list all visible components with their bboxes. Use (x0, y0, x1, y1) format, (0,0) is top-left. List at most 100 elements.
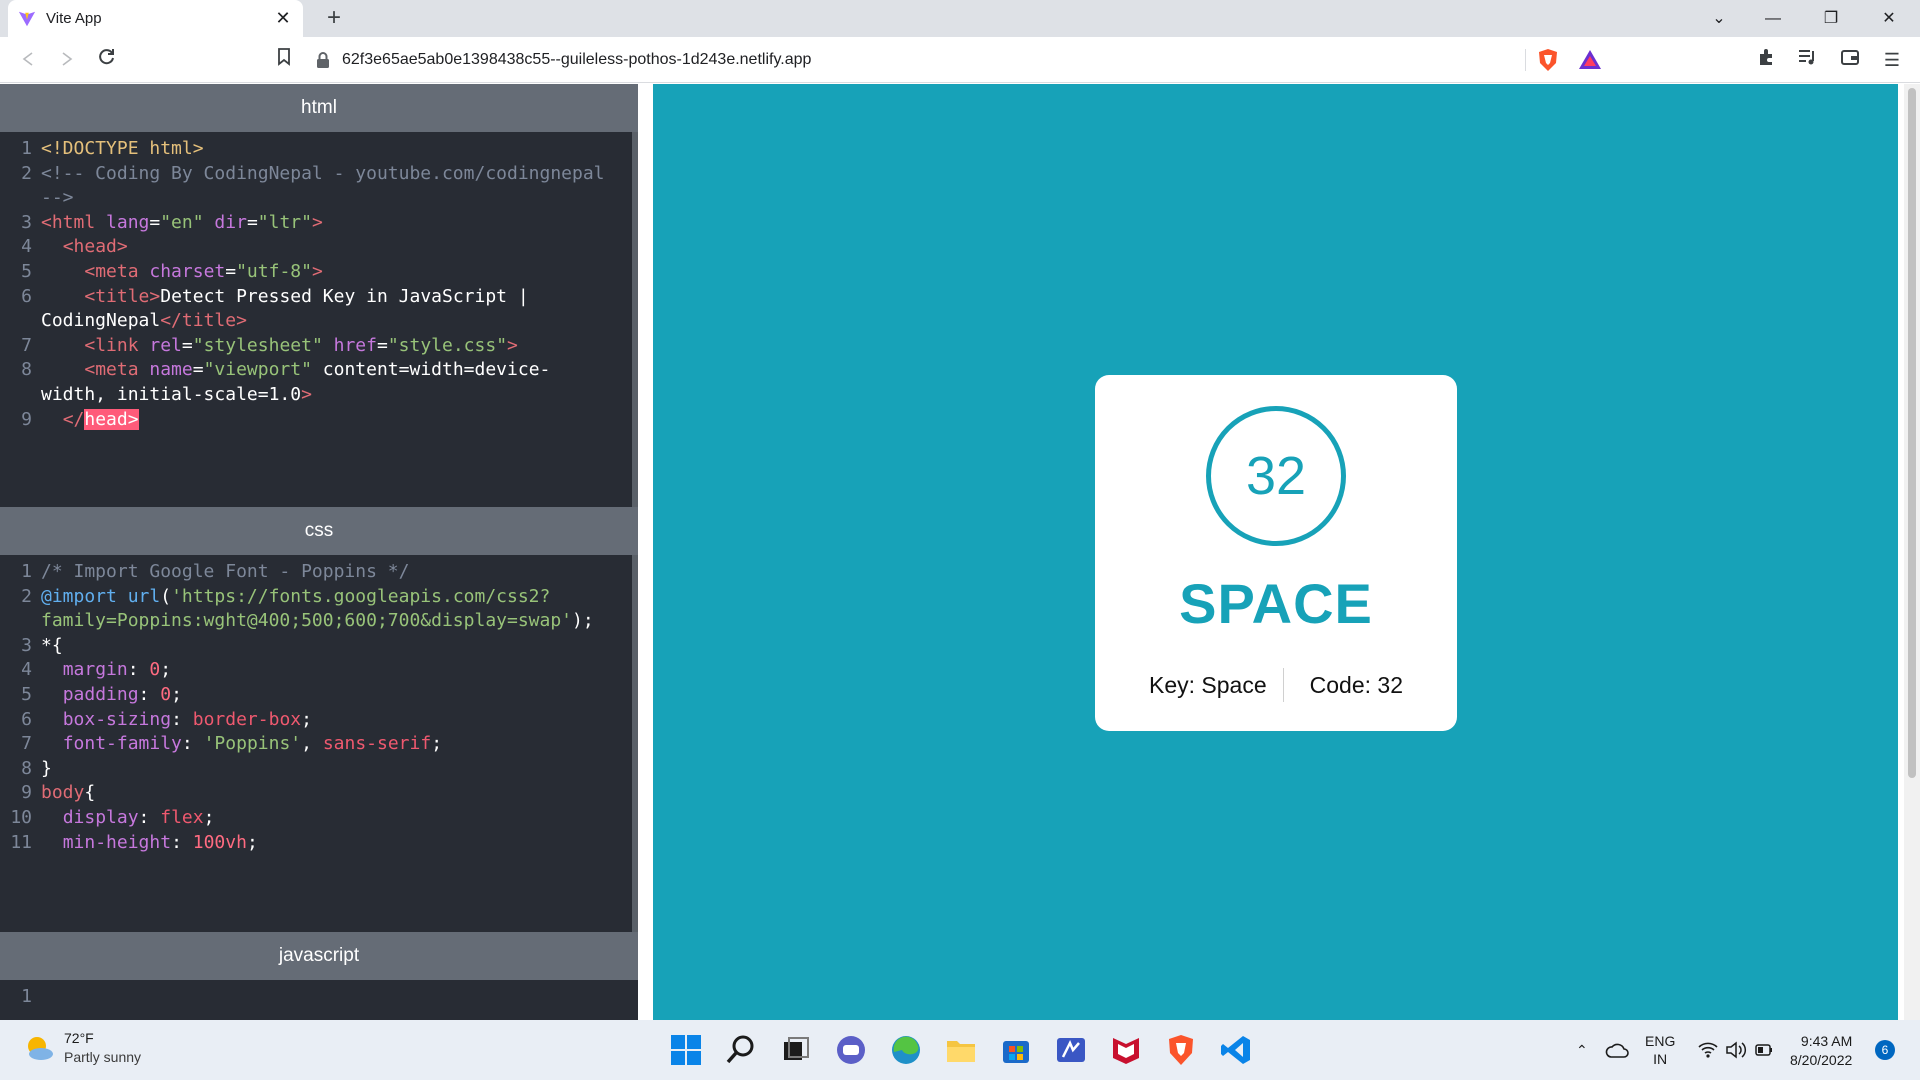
html-line-number: 3 (21, 211, 32, 233)
html-line-number: 2 (21, 162, 32, 184)
html-code-line: <!-- Coding By CodingNepal - youtube.com… (41, 162, 605, 184)
html-code-line: <html lang="en" dir="ltr"> (41, 211, 323, 233)
forward-button[interactable] (53, 46, 81, 74)
lock-icon (317, 52, 329, 68)
forward-arrow-icon (62, 52, 73, 66)
css-line-number: 3 (21, 634, 32, 656)
weather-condition: Partly sunny (64, 1049, 142, 1065)
address-bar[interactable]: 62f3e65ae5ab0e1398438c55--guileless-poth… (306, 44, 1608, 76)
css-editor[interactable]: 1 /* Import Google Font - Poppins */ 2 @imp… (0, 555, 632, 932)
html-line-number: 7 (21, 334, 32, 356)
file-explorer-icon[interactable] (943, 1032, 979, 1068)
weather-widget[interactable]: 72°F Partly sunny (22, 1030, 141, 1065)
css-code-line: family=Poppins:wght@400;500;600;700&disp… (41, 610, 594, 632)
taskbar: 72°F Partly sunny ⌃ ENG IN 9:43 AM 8/20/… (0, 1020, 1920, 1080)
vite-logo-icon (18, 11, 36, 26)
notification-badge[interactable]: 6 (1875, 1040, 1895, 1060)
css-code-line: /* Import Google Font - Poppins */ (41, 561, 410, 582)
tab-strip: Vite App ✕ + ⌄ — ❐ ✕ (0, 0, 1920, 37)
show-hidden-icons-icon[interactable]: ⌃ (1576, 1020, 1588, 1080)
javascript-editor[interactable]: 1 (0, 980, 632, 1020)
css-code-line: *{ (41, 634, 63, 656)
language-code: ENG (1645, 1033, 1676, 1049)
minimize-button[interactable]: — (1750, 0, 1796, 37)
edge-browser-icon[interactable] (888, 1032, 924, 1068)
css-line-number: 10 (10, 807, 32, 828)
css-line-number: 7 (21, 733, 32, 755)
page-scrollbar[interactable] (1904, 84, 1920, 1020)
close-tab-icon[interactable]: ✕ (273, 8, 293, 29)
extensions-icon[interactable] (1752, 46, 1780, 74)
html-pane-header[interactable]: html (0, 84, 638, 132)
javascript-line-number: 1 (21, 986, 32, 1007)
css-line-number: 2 (21, 585, 32, 607)
battery-icon[interactable] (1753, 1040, 1775, 1060)
browser-menu-icon[interactable]: ☰ (1878, 46, 1906, 74)
teams-chat-icon[interactable] (833, 1032, 869, 1068)
key-details: Key: Space Code: 32 (1095, 668, 1457, 702)
html-code-line: <meta name="viewport" content=width=devi… (84, 359, 551, 381)
search-icon[interactable] (723, 1032, 759, 1068)
windows-start-icon[interactable] (668, 1032, 704, 1068)
css-line-number: 9 (21, 782, 32, 804)
microsoft-store-icon[interactable] (998, 1032, 1034, 1068)
html-code-line: <title>Detect Pressed Key in JavaScript … (84, 285, 529, 307)
html-code-line: </head> (62, 408, 139, 430)
html-editor[interactable]: 1 <!DOCTYPE html> 2 <!-- Coding By CodingNe… (0, 132, 632, 507)
css-editor-scrollbar[interactable] (632, 555, 638, 932)
css-code-line: body{ (41, 782, 96, 804)
wifi-icon[interactable] (1697, 1040, 1719, 1060)
partly-sunny-icon (28, 1037, 53, 1060)
page-scrollbar-thumb[interactable] (1908, 88, 1916, 778)
html-line-number: 4 (21, 236, 32, 258)
mcafee-icon[interactable] (1108, 1032, 1144, 1068)
onedrive-icon[interactable] (1605, 1039, 1629, 1061)
css-code-line: min-height: 100vh; (62, 831, 258, 853)
vscode-icon[interactable] (1218, 1032, 1254, 1068)
volume-icon[interactable] (1725, 1040, 1747, 1060)
html-line-number: 6 (21, 285, 32, 307)
brave-shields-icon[interactable] (1536, 48, 1560, 72)
region-code: IN (1653, 1051, 1668, 1067)
html-code-line: CodingNepal</title> (41, 310, 247, 332)
css-line-number: 4 (21, 659, 32, 681)
browser-toolbar: 62f3e65ae5ab0e1398438c55--guileless-poth… (0, 37, 1920, 83)
clock[interactable]: 9:43 AM 8/20/2022 (1790, 1032, 1852, 1080)
css-line-number: 11 (10, 831, 32, 853)
app-icon[interactable] (1053, 1032, 1089, 1068)
back-button[interactable] (14, 46, 42, 74)
brave-browser-icon[interactable] (1163, 1032, 1199, 1068)
page-content: html 1 <!DOCTYPE html> 2 <!-- Coding By Cod… (0, 84, 1920, 1020)
language-indicator[interactable]: ENG IN (1645, 1032, 1675, 1080)
reload-button[interactable] (93, 46, 121, 74)
clock-time: 9:43 AM (1800, 1033, 1853, 1049)
javascript-pane-header[interactable]: javascript (0, 932, 638, 980)
css-code-line: margin: 0; (62, 659, 172, 681)
brave-rewards-icon[interactable] (1578, 48, 1602, 72)
css-pane-header[interactable]: css (0, 507, 638, 555)
key-code-circle: 32 (1206, 406, 1346, 546)
css-line-number: 6 (21, 708, 32, 730)
weather-temperature: 72°F (64, 1030, 94, 1046)
wallet-icon[interactable] (1836, 46, 1864, 74)
task-view-icon[interactable] (778, 1032, 814, 1068)
css-line-number: 5 (21, 684, 32, 705)
media-playlist-icon[interactable] (1794, 46, 1822, 74)
browser-tab[interactable]: Vite App ✕ (8, 0, 303, 37)
key-label: Key: Space (1149, 671, 1267, 698)
close-window-button[interactable]: ✕ (1866, 0, 1912, 37)
html-line-number: 1 (21, 138, 32, 159)
html-code-line: width, initial-scale=1.0> (41, 384, 312, 405)
code-editors-panel: html 1 <!DOCTYPE html> 2 <!-- Coding By Cod… (0, 84, 638, 1020)
tab-search-icon[interactable]: ⌄ (1696, 0, 1742, 37)
new-tab-button[interactable]: + (320, 4, 348, 32)
tab-title: Vite App (46, 10, 102, 27)
css-code-line: @import url('https://fonts.googleapis.co… (41, 585, 551, 607)
preview-pane: 32 SPACE Key: Space Code: 32 (653, 84, 1898, 1020)
restore-button[interactable]: ❐ (1808, 0, 1854, 37)
html-line-number: 5 (21, 261, 32, 282)
html-editor-scrollbar[interactable] (632, 132, 638, 507)
url-text: 62f3e65ae5ab0e1398438c55--guileless-poth… (342, 51, 812, 68)
bookmark-button[interactable] (270, 46, 298, 74)
html-code-line: --> (41, 187, 74, 209)
